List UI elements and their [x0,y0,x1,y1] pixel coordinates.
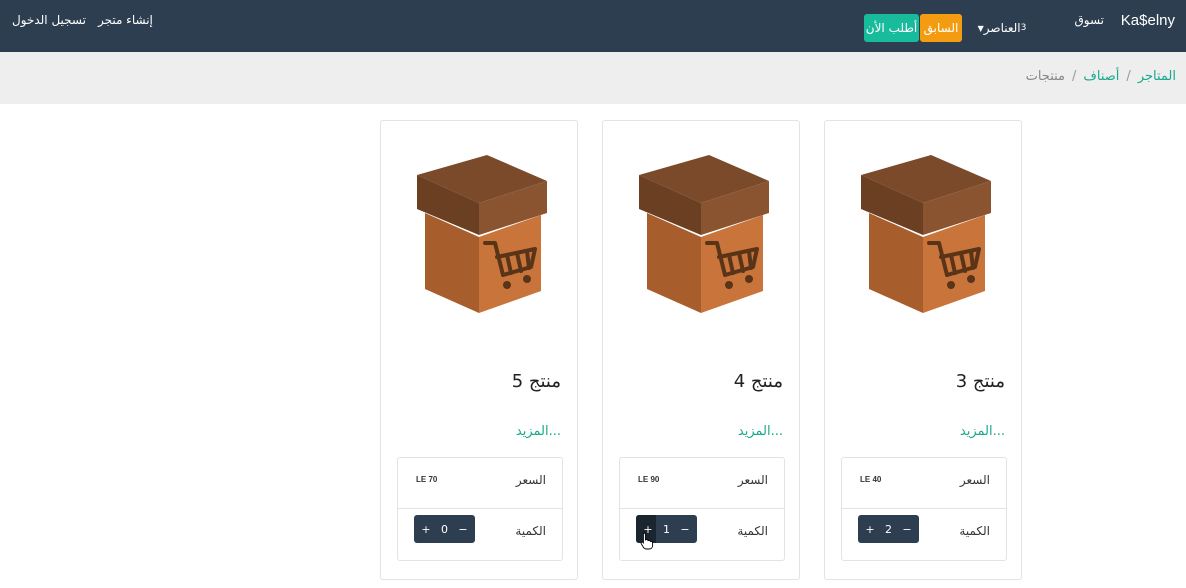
quantity-row: الكمية + 0 − [398,509,562,560]
price-row: السعر LE 40 [842,458,1006,509]
quantity-label: الكمية [515,524,546,538]
price-value: LE 90 [638,475,660,484]
quantity-value: 2 [885,522,892,536]
price-row: السعر LE 70 [398,458,562,509]
more-link[interactable]: ...المزيد [960,424,1005,439]
quantity-stepper: + 0 − [414,515,475,543]
increment-button[interactable]: + [420,523,432,536]
quantity-label: الكمية [737,524,768,538]
product-box-image [861,155,991,313]
previous-button[interactable]: السابق [920,14,962,42]
product-box-image [639,155,769,313]
quantity-stepper: + 2 − [858,515,919,543]
cart-count-badge: 3 [1020,23,1027,33]
nav-login-link[interactable]: تسجيل الدخول [12,13,86,27]
product-info-table: السعر LE 70 الكمية + 0 − [397,457,563,561]
breadcrumb-separator: / [1072,69,1077,84]
product-title: منتج 4 [733,371,783,392]
hand-cursor-icon [640,532,654,550]
more-link[interactable]: ...المزيد [516,424,561,439]
price-label: السعر [959,473,990,487]
breadcrumb-stores[interactable]: المتاجر [1138,69,1176,84]
breadcrumb-separator: / [1126,69,1131,84]
price-label: السعر [515,473,546,487]
product-title: منتج 5 [511,371,561,392]
cart-items-label: العناصر [983,21,1021,35]
quantity-value: 0 [441,522,448,536]
breadcrumb-bar: المتاجر / أصناف / منتجات [0,52,1186,104]
decrement-button[interactable]: − [901,523,913,536]
decrement-button[interactable]: − [679,523,691,536]
product-card: منتج 4 ...المزيد السعر LE 90 الكمية + 1 … [602,120,800,580]
quantity-row: الكمية + 2 − [842,509,1006,560]
breadcrumb-products: منتجات [1025,69,1066,84]
increment-button[interactable]: + [864,523,876,536]
price-value: LE 70 [416,475,438,484]
product-card: منتج 3 ...المزيد السعر LE 40 الكمية + 2 … [824,120,1022,580]
nav-auth-links: تسجيل الدخول إنشاء متجر [12,13,153,27]
nav-shop-link[interactable]: تسوق [1074,13,1104,27]
price-row: السعر LE 90 [620,458,784,509]
price-value: LE 40 [860,475,882,484]
order-now-button[interactable]: أطلب الأن [864,14,919,42]
cart-items-button[interactable]: ▼ العناصر 3 [968,14,1038,42]
quantity-label: الكمية [959,524,990,538]
nav-create-store-link[interactable]: إنشاء متجر [98,13,153,27]
breadcrumb-categories[interactable]: أصناف [1083,69,1119,84]
product-title: منتج 3 [955,371,1005,392]
product-card: منتج 5 ...المزيد السعر LE 70 الكمية + 0 … [380,120,578,580]
more-link[interactable]: ...المزيد [738,424,783,439]
product-info-table: السعر LE 40 الكمية + 2 − [841,457,1007,561]
brand-logo[interactable]: Ka$elny [1121,12,1175,29]
product-box-image [417,155,547,313]
breadcrumb: المتاجر / أصناف / منتجات [1026,69,1176,84]
price-label: السعر [737,473,768,487]
decrement-button[interactable]: − [457,523,469,536]
quantity-value: 1 [663,522,670,536]
